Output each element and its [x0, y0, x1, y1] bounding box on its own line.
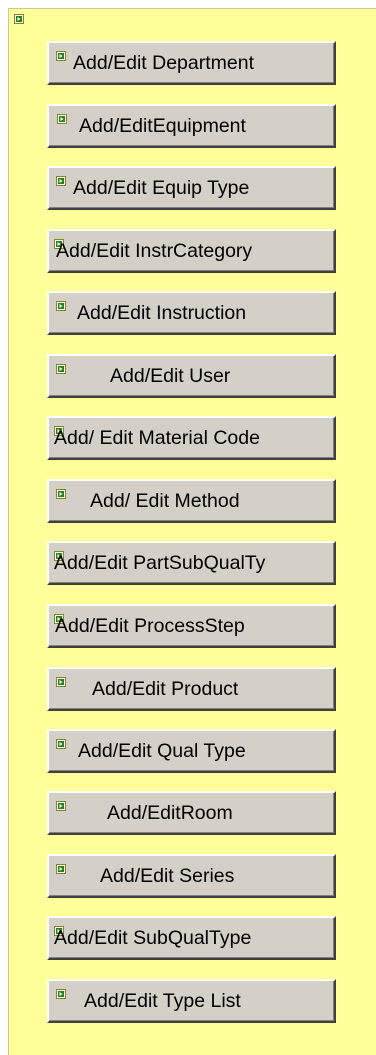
button-label: Add/Edit Equip Type [73, 177, 250, 199]
button-label: Add/EditRoom [107, 802, 233, 824]
button-label: Add/EditEquipment [79, 115, 246, 137]
button-label: Add/Edit SubQualType [54, 927, 252, 949]
placeholder-image-icon [56, 864, 66, 874]
add-edit-department-button[interactable]: Add/Edit Department [47, 41, 336, 85]
placeholder-image-icon [56, 677, 66, 687]
add-edit-instruction-button[interactable]: Add/Edit Instruction [47, 291, 336, 335]
add-edit-type-list-button[interactable]: Add/Edit Type List [47, 979, 336, 1023]
button-label: Add/Edit Qual Type [78, 740, 246, 762]
button-label: Add/Edit Type List [84, 990, 241, 1012]
button-label: Add/Edit Department [73, 52, 255, 74]
placeholder-image-icon [56, 739, 66, 749]
add-edit-instrcategory-button[interactable]: Add/Edit InstrCategory [47, 229, 336, 273]
add-edit-qual-type-button[interactable]: Add/Edit Qual Type [47, 729, 336, 773]
add-edit-processstep-button[interactable]: Add/Edit ProcessStep [47, 604, 336, 648]
button-label: Add/ Edit Material Code [54, 427, 260, 449]
placeholder-image-icon [56, 364, 66, 374]
placeholder-image-icon [56, 301, 66, 311]
add-editroom-button[interactable]: Add/EditRoom [47, 791, 336, 835]
button-label: Add/Edit PartSubQualTy [54, 552, 266, 574]
add-edit-partsubqualty-button[interactable]: Add/Edit PartSubQualTy [47, 541, 336, 585]
add-edit-subqualtype-button[interactable]: Add/Edit SubQualType [47, 916, 336, 960]
add-edit-equip-type-button[interactable]: Add/Edit Equip Type [47, 166, 336, 210]
add-editequipment-button[interactable]: Add/EditEquipment [47, 104, 336, 148]
add-edit-series-button[interactable]: Add/Edit Series [47, 854, 336, 898]
button-label: Add/Edit Product [92, 678, 239, 700]
placeholder-image-icon [56, 51, 66, 61]
button-label: Add/Edit InstrCategory [56, 240, 253, 262]
button-label: Add/ Edit Method [90, 490, 240, 512]
button-label: Add/Edit ProcessStep [55, 615, 245, 637]
add-edit-method-button[interactable]: Add/ Edit Method [47, 479, 336, 523]
button-label: Add/Edit User [110, 365, 231, 387]
add-edit-material-code-button[interactable]: Add/ Edit Material Code [47, 416, 336, 460]
placeholder-image-icon [56, 489, 66, 499]
placeholder-image-icon [14, 14, 24, 24]
add-edit-user-button[interactable]: Add/Edit User [47, 354, 336, 398]
placeholder-image-icon [56, 176, 66, 186]
placeholder-image-icon [56, 801, 66, 811]
add-edit-product-button[interactable]: Add/Edit Product [47, 667, 336, 711]
placeholder-image-icon [56, 989, 66, 999]
button-label: Add/Edit Instruction [77, 302, 247, 324]
placeholder-image-icon [57, 114, 67, 124]
button-label: Add/Edit Series [100, 865, 235, 887]
